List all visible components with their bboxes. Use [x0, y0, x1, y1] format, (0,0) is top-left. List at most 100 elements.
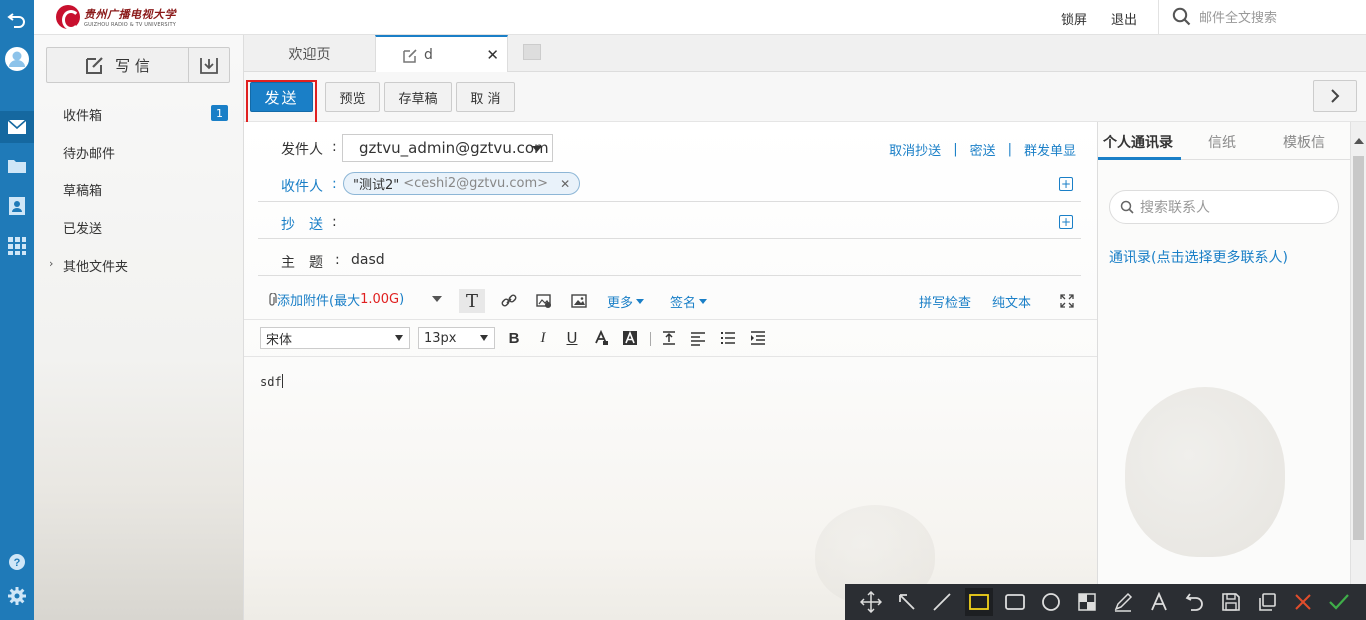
avatar-icon[interactable] — [0, 43, 34, 75]
add-cc-icon[interactable]: + — [1059, 215, 1073, 229]
rect-highlight-icon[interactable] — [965, 588, 993, 616]
bcc-link[interactable]: 密送 — [970, 140, 996, 159]
compose-button[interactable]: 写 信 — [47, 48, 189, 82]
chevron-right-icon[interactable]: › — [49, 257, 53, 270]
arrow-icon[interactable] — [893, 588, 921, 616]
body-text: sdf — [260, 375, 282, 389]
recipient-tag[interactable]: "测试2" <ceshi2@gztvu.com> ✕ — [343, 172, 581, 195]
chevron-right-icon — [1331, 89, 1340, 103]
back-icon[interactable] — [0, 2, 34, 34]
text-icon[interactable] — [1145, 588, 1173, 616]
folder-icon[interactable] — [0, 150, 34, 182]
tab-templates[interactable]: 模板信 — [1283, 132, 1325, 152]
balloon-decoration — [1125, 387, 1285, 557]
subject-label: 主 题 — [281, 255, 323, 271]
inbox-unread-badge: 1 — [211, 105, 228, 121]
remove-recipient-icon[interactable]: ✕ — [560, 177, 570, 191]
tab-welcome[interactable]: 欢迎页 — [244, 35, 375, 72]
sender-select[interactable]: gztvu_admin@gztvu.com — [342, 134, 553, 162]
spell-check-button[interactable]: 拼写检查 — [919, 292, 971, 311]
cancel-cc-link[interactable]: 取消抄送 — [889, 140, 941, 159]
cc-label[interactable]: 抄 送 — [281, 214, 323, 234]
tab-extra-icon[interactable] — [523, 44, 541, 60]
save-icon[interactable] — [1217, 588, 1245, 616]
to-label[interactable]: 收件人 — [281, 176, 323, 196]
caret-down-icon — [395, 335, 403, 341]
next-button[interactable] — [1313, 80, 1357, 112]
nav-item-todo[interactable]: 待办邮件 — [63, 143, 115, 162]
font-family-select[interactable]: 宋体 — [260, 327, 410, 349]
undo-icon[interactable] — [1181, 588, 1209, 616]
line-height-icon[interactable] — [659, 328, 679, 348]
contacts-icon[interactable] — [0, 190, 34, 222]
attach-label: 添加附件(最大 — [277, 294, 361, 309]
vertical-scrollbar[interactable] — [1350, 122, 1366, 620]
preview-button[interactable]: 预览 — [325, 82, 380, 112]
contact-search-input[interactable]: 搜索联系人 — [1109, 190, 1339, 224]
settings-icon[interactable] — [0, 580, 34, 612]
line-icon[interactable] — [928, 588, 956, 616]
mail-icon[interactable] — [0, 111, 34, 143]
more-menu[interactable]: 更多 — [607, 292, 645, 311]
screenshot-toolbar — [845, 584, 1366, 620]
nav-item-sent[interactable]: 已发送 — [63, 218, 102, 237]
ellipse-icon[interactable] — [1037, 588, 1065, 616]
lock-screen-link[interactable]: 锁屏 — [1061, 9, 1087, 28]
fullscreen-icon[interactable] — [1054, 289, 1080, 313]
editor-body[interactable]: sdf — [260, 374, 283, 389]
editor-toolbar-main: 添加附件(最大 1.00G) T 更多 签名 拼写检查 纯文本 — [244, 282, 1097, 320]
nav-item-drafts[interactable]: 草稿箱 — [63, 180, 102, 199]
subject-input[interactable]: dasd — [351, 252, 385, 268]
mosaic-icon[interactable] — [1073, 588, 1101, 616]
copy-icon[interactable] — [1253, 588, 1281, 616]
rect-icon[interactable] — [1001, 588, 1029, 616]
font-size-select[interactable]: 13px — [418, 327, 495, 349]
fulltext-search[interactable]: 邮件全文搜索 — [1172, 7, 1277, 26]
tab-compose[interactable]: d ✕ — [375, 35, 508, 73]
move-icon[interactable] — [857, 588, 885, 616]
pen-icon[interactable] — [1109, 588, 1137, 616]
divider — [258, 238, 1081, 239]
contacts-panel: 个人通讯录 信纸 模板信 搜索联系人 通讯录(点击选择更多联系人) — [1097, 122, 1351, 620]
text-format-icon[interactable]: T — [459, 289, 485, 313]
tab-close-icon[interactable]: ✕ — [486, 46, 499, 64]
font-color-icon[interactable] — [591, 328, 611, 348]
mass-send-link[interactable]: 群发单显 — [1024, 140, 1076, 159]
compose-toolbar: 发送 预览 存草稿 取 消 — [244, 72, 1366, 129]
bold-icon[interactable]: B — [504, 328, 524, 348]
scroll-up-icon[interactable] — [1354, 138, 1364, 144]
cancel-button[interactable]: 取 消 — [456, 82, 515, 112]
scrollbar-thumb[interactable] — [1353, 156, 1364, 540]
import-button[interactable] — [189, 48, 229, 82]
confirm-icon[interactable] — [1325, 588, 1353, 616]
logout-link[interactable]: 退出 — [1111, 9, 1137, 28]
attach-dropdown-icon[interactable] — [432, 296, 442, 302]
screenshot-icon[interactable] — [531, 289, 557, 313]
indent-icon[interactable] — [748, 328, 768, 348]
underline-icon[interactable]: U — [562, 328, 582, 348]
italic-icon[interactable]: I — [533, 328, 553, 348]
signature-menu[interactable]: 签名 — [670, 292, 708, 311]
fulltext-search-placeholder: 邮件全文搜索 — [1199, 11, 1278, 26]
tab-bar: 欢迎页 d ✕ — [244, 35, 1366, 73]
close-icon[interactable] — [1289, 588, 1317, 616]
apps-icon[interactable] — [0, 230, 34, 262]
image-icon[interactable] — [566, 289, 592, 313]
nav-item-inbox[interactable]: 收件箱 — [63, 105, 102, 124]
add-recipient-icon[interactable]: + — [1059, 177, 1073, 191]
save-draft-button[interactable]: 存草稿 — [384, 82, 452, 112]
logo-name-en: GUIZHOU RADIO & TV UNIVERSITY — [84, 22, 176, 28]
add-attachment-button[interactable]: 添加附件(最大 1.00G) — [267, 290, 404, 309]
nav-item-other-folders[interactable]: 其他文件夹 — [63, 256, 128, 275]
align-left-icon[interactable] — [688, 328, 708, 348]
font-family-value: 宋体 — [266, 332, 293, 348]
send-button[interactable]: 发送 — [250, 82, 313, 112]
help-icon[interactable]: ? — [0, 546, 34, 578]
bullet-list-icon[interactable] — [718, 328, 738, 348]
background-color-icon[interactable] — [620, 328, 640, 348]
tab-personal-contacts[interactable]: 个人通讯录 — [1103, 132, 1173, 152]
link-icon[interactable] — [496, 289, 522, 313]
address-book-link[interactable]: 通讯录(点击选择更多联系人) — [1109, 247, 1288, 267]
tab-stationery[interactable]: 信纸 — [1208, 132, 1236, 152]
plain-text-button[interactable]: 纯文本 — [992, 292, 1031, 311]
